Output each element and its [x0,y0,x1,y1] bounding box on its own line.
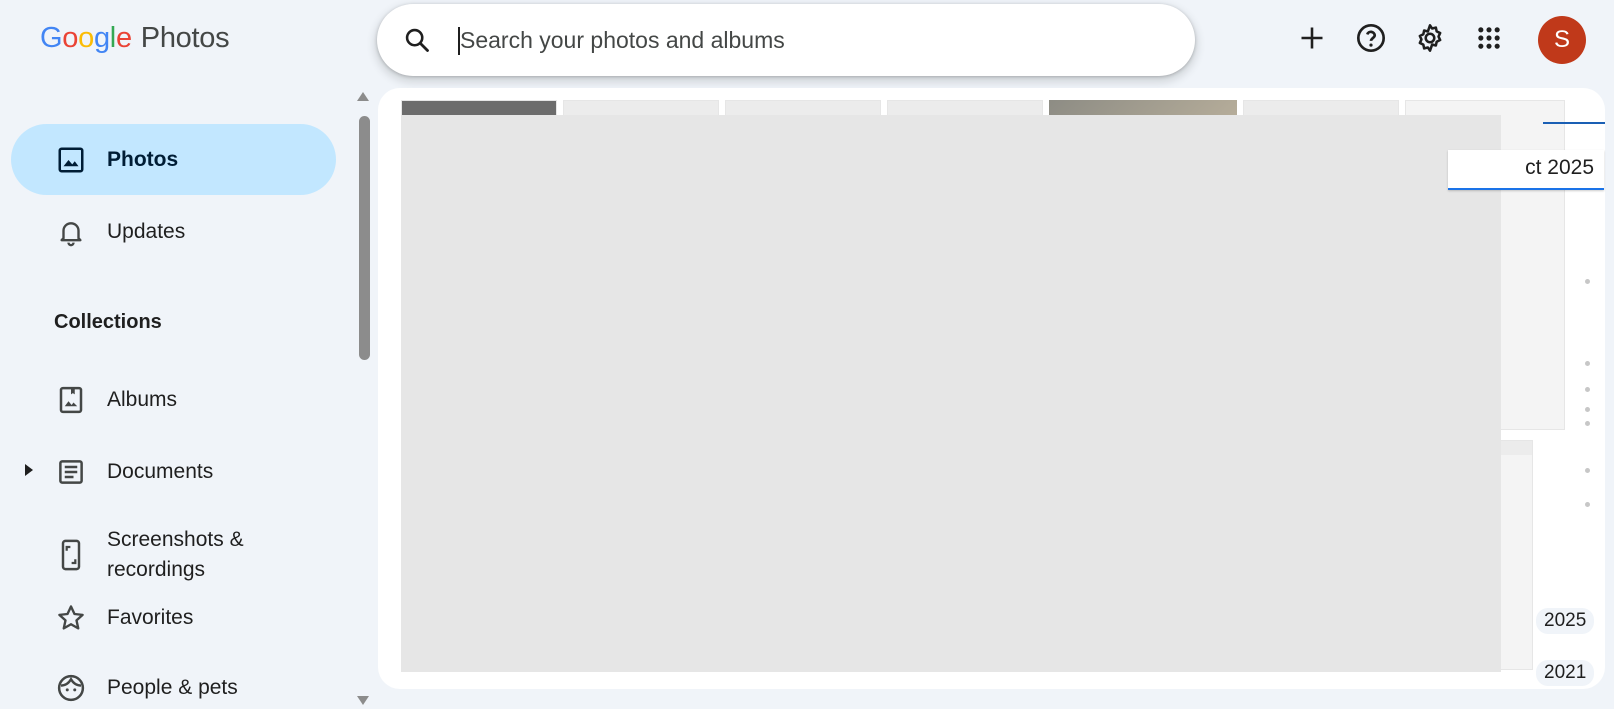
sidebar-item-label: Screenshots & recordings [107,528,244,581]
google-photos-logo[interactable]: Google Photos [40,22,230,56]
scrollbar-thumb[interactable] [359,116,370,360]
star-icon [55,602,87,634]
redacted-overlay [401,115,1501,672]
search-icon[interactable] [402,25,432,55]
sidebar-item-label: People & pets [107,675,238,699]
timeline-dot [1585,407,1590,412]
logo-letter: e [115,22,132,54]
search-bar[interactable]: Search your photos and albums [377,4,1195,76]
album-icon [55,384,87,416]
timeline-dot [1585,361,1590,366]
timeline-dot [1585,502,1590,507]
search-input[interactable]: Search your photos and albums [458,26,785,55]
timeline-position-line [1543,122,1605,124]
logo-letter: o [62,22,79,54]
help-icon [1355,22,1387,59]
sidebar-item-favorites[interactable]: Favorites [11,582,336,653]
sidebar-item-documents[interactable]: Documents [11,436,336,507]
sidebar-item-label: Photos [107,147,179,171]
document-icon [55,456,87,488]
timeline-dot [1585,387,1590,392]
logo-letter: g [93,22,110,54]
search-placeholder: Search your photos and albums [460,26,785,53]
scroll-up-icon [357,92,369,101]
sidebar-item-updates[interactable]: Updates [11,196,336,267]
add-icon [1298,24,1326,57]
sidebar-item-people-pets[interactable]: People & pets [11,652,336,709]
scroll-down-icon [357,696,369,705]
logo-letter: G [40,22,63,54]
timeline-date-tooltip: ct 2025 [1448,150,1604,190]
sidebar-item-photos[interactable]: Photos [11,124,336,195]
sidebar-item-label: Updates [107,219,186,243]
timeline-dot [1585,279,1590,284]
create-button[interactable] [1290,18,1334,62]
product-name: Photos [140,22,230,54]
photo-grid [378,88,1605,689]
text-caret [458,26,460,55]
phone-icon [55,539,87,571]
logo-letter: o [78,22,94,54]
sidebar-item-label: Favorites [107,605,194,629]
timeline-year[interactable]: 2021 [1536,660,1595,686]
collections-heading: Collections [54,311,162,333]
timeline-dot [1585,421,1590,426]
settings-button[interactable] [1408,18,1452,62]
apps-icon [1475,24,1503,57]
google-wordmark: Google [40,22,132,55]
sidebar-item-label: Documents [107,459,214,483]
photo-icon [55,144,87,176]
help-button[interactable] [1349,18,1393,62]
bell-icon [55,216,87,248]
sidebar-item-label: Albums [107,387,178,411]
google-apps-button[interactable] [1467,18,1511,62]
account-avatar[interactable]: S [1538,16,1586,64]
timeline-dot [1585,468,1590,473]
face-icon [55,672,87,704]
settings-icon [1414,22,1446,59]
timeline-year[interactable]: 2025 [1536,608,1595,634]
sidebar-item-albums[interactable]: Albums [11,364,336,435]
